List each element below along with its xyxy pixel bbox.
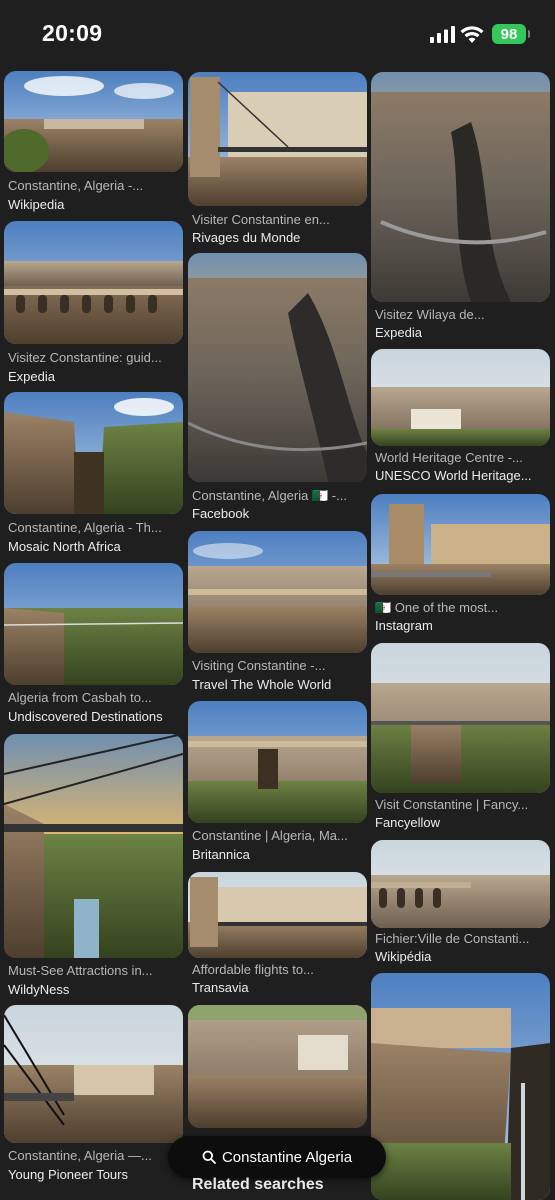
related-searches-heading: Related searches [192, 1176, 324, 1193]
result-title: Visitez Wilaya de... [375, 307, 485, 322]
search-icon [202, 1150, 216, 1164]
result-image[interactable] [4, 734, 183, 958]
result-source: Wikipedia [8, 197, 65, 212]
result-source: Facebook [192, 506, 250, 521]
search-chip-button[interactable]: Constantine Algeria [168, 1136, 386, 1178]
result-image[interactable] [4, 1005, 183, 1143]
result-image[interactable] [4, 71, 183, 172]
result-source: UNESCO World Heritage... [375, 468, 532, 483]
result-image[interactable] [371, 973, 550, 1200]
result-source: Expedia [8, 369, 55, 384]
result-image[interactable] [4, 392, 183, 514]
result-source: Mosaic North Africa [8, 539, 121, 554]
result-image[interactable] [371, 349, 550, 446]
result-source: WildyNess [8, 982, 70, 997]
result-title: World Heritage Centre -... [375, 450, 523, 465]
result-image[interactable] [188, 1005, 367, 1128]
result-title: Fichier:Ville de Constanti... [375, 931, 530, 946]
result-title: Visiting Constantine -... [192, 658, 326, 673]
wifi-icon [460, 26, 484, 43]
result-title: Algeria from Casbah to... [8, 690, 152, 705]
result-image[interactable] [371, 72, 550, 302]
result-source: Undiscovered Destinations [8, 709, 163, 724]
result-source: Expedia [375, 325, 422, 340]
result-title: Constantine, Algeria 🇩🇿 -... [192, 488, 347, 503]
result-image[interactable] [371, 643, 550, 793]
result-title: Constantine, Algeria - Th... [8, 520, 162, 535]
result-image[interactable] [4, 563, 183, 685]
cellular-signal-icon [430, 26, 455, 43]
result-image[interactable] [371, 494, 550, 595]
result-source: Instagram [375, 618, 433, 633]
search-chip-label: Constantine Algeria [221, 1148, 353, 1166]
result-source: Rivages du Monde [192, 230, 301, 245]
result-title: Visit Constantine | Fancy... [375, 797, 529, 812]
status-time: 20:09 [42, 20, 103, 46]
result-title: Constantine, Algeria -... [8, 178, 144, 193]
result-image[interactable] [188, 701, 367, 823]
result-title: Must-See Attractions in... [8, 963, 153, 978]
result-source: Fancyellow [375, 815, 441, 830]
result-title: Constantine | Algeria, Ma... [192, 828, 348, 843]
result-title: Visiter Constantine en... [192, 212, 330, 227]
result-image[interactable] [371, 840, 550, 928]
result-image[interactable] [4, 221, 183, 344]
result-image[interactable] [188, 531, 367, 653]
result-image[interactable] [188, 72, 367, 206]
result-source: Britannica [192, 847, 250, 862]
result-source: Young Pioneer Tours [8, 1167, 128, 1182]
battery-icon: 98 [492, 24, 530, 44]
status-bar: 20:09 98 [0, 0, 555, 68]
result-source: Wikipédia [375, 949, 432, 964]
result-title: 🇩🇿 One of the most... [375, 600, 499, 615]
result-source: Travel The Whole World [192, 677, 332, 692]
result-source: Transavia [192, 980, 249, 995]
result-image[interactable] [188, 253, 367, 482]
battery-level: 98 [500, 25, 518, 43]
result-image[interactable] [188, 872, 367, 958]
result-title: Visitez Constantine: guid... [8, 350, 162, 365]
result-title: Constantine, Algeria —... [8, 1148, 152, 1163]
result-title: Affordable flights to... [192, 962, 314, 977]
